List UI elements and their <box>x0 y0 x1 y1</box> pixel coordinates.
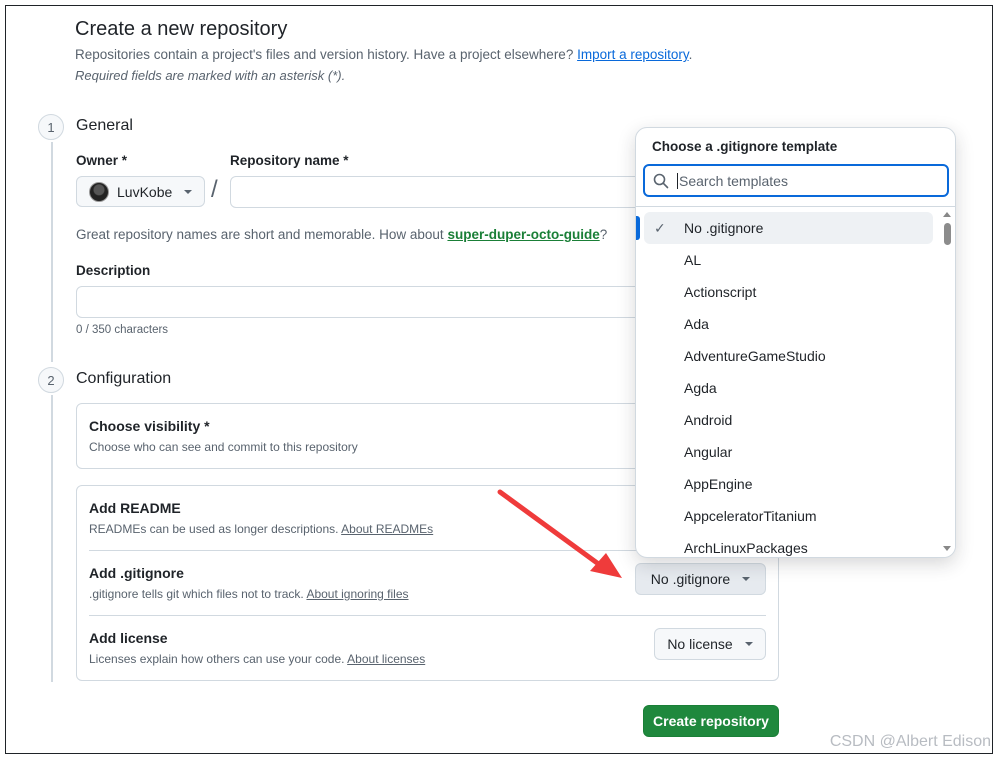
template-option-label: AppceleratorTitanium <box>684 508 817 524</box>
template-option-label: No .gitignore <box>684 220 764 236</box>
repo-name-label: Repository name * <box>230 153 349 168</box>
chevron-down-icon <box>744 642 753 646</box>
template-option-label: Angular <box>684 444 733 460</box>
name-hint: Great repository names are short and mem… <box>76 227 607 242</box>
license-title: Add license <box>89 630 168 646</box>
name-suggestion-link[interactable]: super-duper-octo-guide <box>447 227 599 242</box>
license-desc-text: Licenses explain how others can use your… <box>89 652 345 666</box>
license-desc: Licenses explain how others can use your… <box>89 652 425 666</box>
section-configuration-title: Configuration <box>76 370 172 387</box>
intro-period: . <box>688 47 693 62</box>
name-hint-text: Great repository names are short and mem… <box>76 227 444 242</box>
intro-body: Repositories contain a project's files a… <box>75 47 574 62</box>
license-select-value: No license <box>667 636 733 652</box>
required-note: Required fields are marked with an aster… <box>75 68 346 83</box>
template-option-label: AppEngine <box>684 476 753 492</box>
scroll-down-icon[interactable] <box>943 546 951 551</box>
description-input[interactable] <box>76 286 656 318</box>
step-1-badge: 1 <box>38 114 64 140</box>
readme-desc: READMEs can be used as longer descriptio… <box>89 522 433 536</box>
scrollbar[interactable] <box>941 207 955 557</box>
template-option-label: Actionscript <box>684 284 757 300</box>
template-search-input[interactable]: Search templates <box>643 164 949 197</box>
template-option-label: Ada <box>684 316 709 332</box>
template-option-label: AdventureGameStudio <box>684 348 826 364</box>
owner-repo-separator: / <box>211 176 218 203</box>
search-placeholder: Search templates <box>677 172 788 189</box>
template-option-label: ArchLinuxPackages <box>684 540 808 556</box>
scroll-up-icon[interactable] <box>943 212 951 217</box>
gitignore-title: Add .gitignore <box>89 565 184 581</box>
template-option[interactable]: AppceleratorTitanium <box>644 500 933 532</box>
scrollbar-thumb[interactable] <box>944 223 951 245</box>
gitignore-select-button[interactable]: No .gitignore <box>635 563 766 595</box>
import-repository-link[interactable]: Import a repository <box>577 47 689 62</box>
template-option[interactable]: Angular <box>644 436 933 468</box>
visibility-title: Choose visibility * <box>89 418 210 434</box>
template-option-label: Agda <box>684 380 717 396</box>
license-select-button[interactable]: No license <box>654 628 766 660</box>
chevron-down-icon <box>184 189 193 194</box>
visibility-desc: Choose who can see and commit to this re… <box>89 440 358 454</box>
readme-title: Add README <box>89 500 181 516</box>
search-icon <box>653 173 669 188</box>
gitignore-select-value: No .gitignore <box>650 571 731 587</box>
template-option[interactable]: AdventureGameStudio <box>644 340 933 372</box>
page-title: Create a new repository <box>75 18 288 40</box>
description-label: Description <box>76 263 151 278</box>
template-option[interactable]: Actionscript <box>644 276 933 308</box>
step-2-badge: 2 <box>38 367 64 393</box>
readme-desc-text: READMEs can be used as longer descriptio… <box>89 522 339 536</box>
gitignore-desc: .gitignore tells git which files not to … <box>89 587 409 601</box>
dropdown-separator <box>636 206 955 207</box>
template-option[interactable]: ✓ No .gitignore <box>644 212 933 244</box>
intro-text: Repositories contain a project's files a… <box>75 47 692 62</box>
avatar <box>89 181 109 202</box>
about-licenses-link[interactable]: About licenses <box>347 652 425 666</box>
template-option[interactable]: Ada <box>644 308 933 340</box>
gitignore-template-dropdown: Choose a .gitignore template Search temp… <box>635 127 956 558</box>
owner-select[interactable]: LuvKobe <box>76 176 205 207</box>
char-count: 0 / 350 characters <box>76 324 169 336</box>
dropdown-title: Choose a .gitignore template <box>652 139 838 154</box>
watermark: CSDN @Albert Edison <box>829 733 991 750</box>
chevron-down-icon <box>742 577 751 581</box>
template-option[interactable]: ArchLinuxPackages <box>644 532 933 557</box>
create-repository-button[interactable]: Create repository <box>643 705 779 737</box>
template-option[interactable]: Android <box>644 404 933 436</box>
divider <box>89 615 766 616</box>
gitignore-desc-text: .gitignore tells git which files not to … <box>89 587 304 601</box>
step-1-line <box>51 142 53 362</box>
template-option-label: AL <box>684 252 702 268</box>
template-list: ✓ No .gitignore AL Actionscript Ada Adventure… <box>636 212 941 557</box>
step-2-line <box>51 395 53 682</box>
repository-name-input[interactable] <box>230 176 650 208</box>
template-option[interactable]: AL <box>644 244 933 276</box>
owner-value: LuvKobe <box>117 183 173 200</box>
template-option[interactable]: Agda <box>644 372 933 404</box>
owner-label: Owner * <box>76 153 128 168</box>
template-option-label: Android <box>684 412 733 428</box>
section-general-title: General <box>76 117 133 134</box>
name-hint-end: ? <box>599 227 608 242</box>
check-icon: ✓ <box>654 220 666 236</box>
about-readmes-link[interactable]: About READMEs <box>341 522 433 536</box>
template-option[interactable]: AppEngine <box>644 468 933 500</box>
about-ignoring-files-link[interactable]: About ignoring files <box>306 587 408 601</box>
